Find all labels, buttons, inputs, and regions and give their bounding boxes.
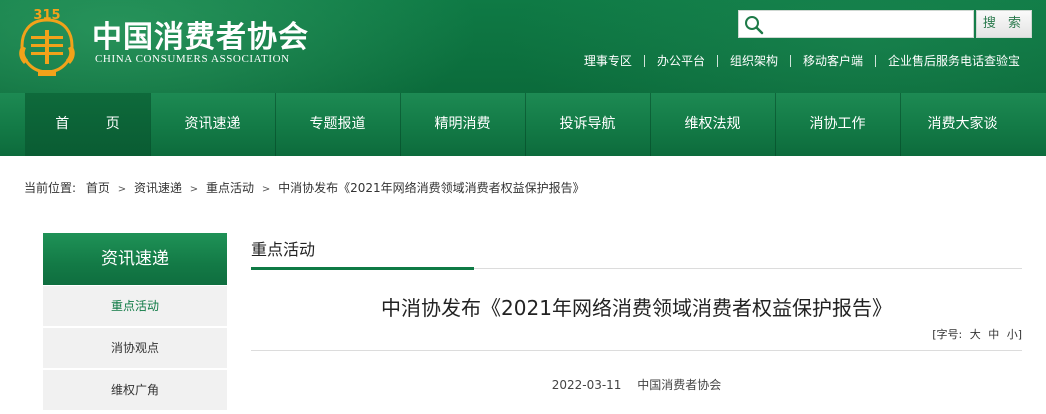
nav-item-association-work[interactable]: 消协工作 bbox=[775, 93, 900, 156]
svg-text:315: 315 bbox=[33, 8, 60, 23]
sidebar-title: 资讯速递 bbox=[43, 233, 227, 285]
article-title: 中消协发布《2021年网络消费领域消费者权益保护报告》 bbox=[381, 296, 892, 320]
top-link-mobile-client[interactable]: 移动客户端 bbox=[791, 52, 875, 69]
top-link-council[interactable]: 理事专区 bbox=[572, 52, 644, 69]
font-size-control: [字号: 大 中 小] bbox=[932, 326, 1022, 342]
font-size-label: [字号: bbox=[932, 328, 963, 341]
sidebar-item-viewpoints[interactable]: 消协观点 bbox=[43, 328, 227, 368]
breadcrumb-home[interactable]: 首页 bbox=[86, 181, 110, 195]
main-nav: 首 页 资讯速递 专题报道 精明消费 投诉导航 维权法规 消协工作 消费大家谈 bbox=[0, 93, 1046, 156]
nav-item-rights-law[interactable]: 维权法规 bbox=[650, 93, 775, 156]
breadcrumb: 当前位置: 首页 > 资讯速递 > 重点活动 > 中消协发布《2021年网络消费… bbox=[24, 179, 585, 196]
breadcrumb-arrow-icon: > bbox=[189, 184, 199, 195]
search-input[interactable] bbox=[767, 13, 969, 35]
top-links: 理事专区 办公平台 组织架构 移动客户端 企业售后服务电话查验宝 bbox=[572, 52, 1032, 69]
breadcrumb-news[interactable]: 资讯速递 bbox=[134, 181, 182, 195]
article-source: 中国消费者协会 bbox=[637, 378, 722, 392]
breadcrumb-key-activities[interactable]: 重点活动 bbox=[206, 181, 254, 195]
search-icon bbox=[745, 16, 764, 35]
section-title: 重点活动 bbox=[251, 240, 316, 259]
font-size-small-button[interactable]: 小 bbox=[1007, 328, 1018, 341]
brand-name-en: CHINA CONSUMERS ASSOCIATION bbox=[95, 53, 290, 65]
site-header: 315 中国消费者协会 CHINA CONSUMERS ASSOCIATION … bbox=[0, 0, 1046, 93]
cca-logo-icon[interactable]: 315 bbox=[16, 6, 78, 78]
nav-item-special-reports[interactable]: 专题报道 bbox=[275, 93, 400, 156]
brand-name-cn[interactable]: 中国消费者协会 bbox=[92, 12, 309, 56]
top-link-service-phone-check[interactable]: 企业售后服务电话查验宝 bbox=[876, 52, 1032, 69]
search-box bbox=[738, 10, 974, 38]
font-size-large-button[interactable]: 大 bbox=[970, 328, 981, 341]
article-divider bbox=[251, 350, 1022, 351]
nav-item-news[interactable]: 资讯速递 bbox=[150, 93, 275, 156]
nav-item-complaint-guide[interactable]: 投诉导航 bbox=[525, 93, 650, 156]
top-link-organization[interactable]: 组织架构 bbox=[718, 52, 790, 69]
section-divider-accent bbox=[251, 267, 474, 270]
breadcrumb-prefix: 当前位置: bbox=[24, 181, 77, 195]
article-meta: 2022-03-11 中国消费者协会 bbox=[251, 376, 1022, 393]
font-size-medium-button[interactable]: 中 bbox=[988, 328, 999, 341]
breadcrumb-current: 中消协发布《2021年网络消费领域消费者权益保护报告》 bbox=[278, 181, 585, 195]
sidebar-item-key-activities[interactable]: 重点活动 bbox=[43, 286, 227, 326]
article-date: 2022-03-11 bbox=[551, 378, 622, 392]
top-link-office[interactable]: 办公平台 bbox=[645, 52, 717, 69]
font-size-close-bracket: ] bbox=[1017, 328, 1022, 341]
nav-item-consumer-talk[interactable]: 消费大家谈 bbox=[900, 93, 1025, 156]
nav-item-smart-consumption[interactable]: 精明消费 bbox=[400, 93, 525, 156]
breadcrumb-arrow-icon: > bbox=[261, 184, 271, 195]
breadcrumb-arrow-icon: > bbox=[117, 184, 127, 195]
nav-item-home[interactable]: 首 页 bbox=[25, 93, 150, 156]
nav-item-label: 首 页 bbox=[55, 116, 136, 132]
sidebar-item-rights-corner[interactable]: 维权广角 bbox=[43, 370, 227, 410]
search-button[interactable]: 搜 索 bbox=[976, 10, 1032, 38]
